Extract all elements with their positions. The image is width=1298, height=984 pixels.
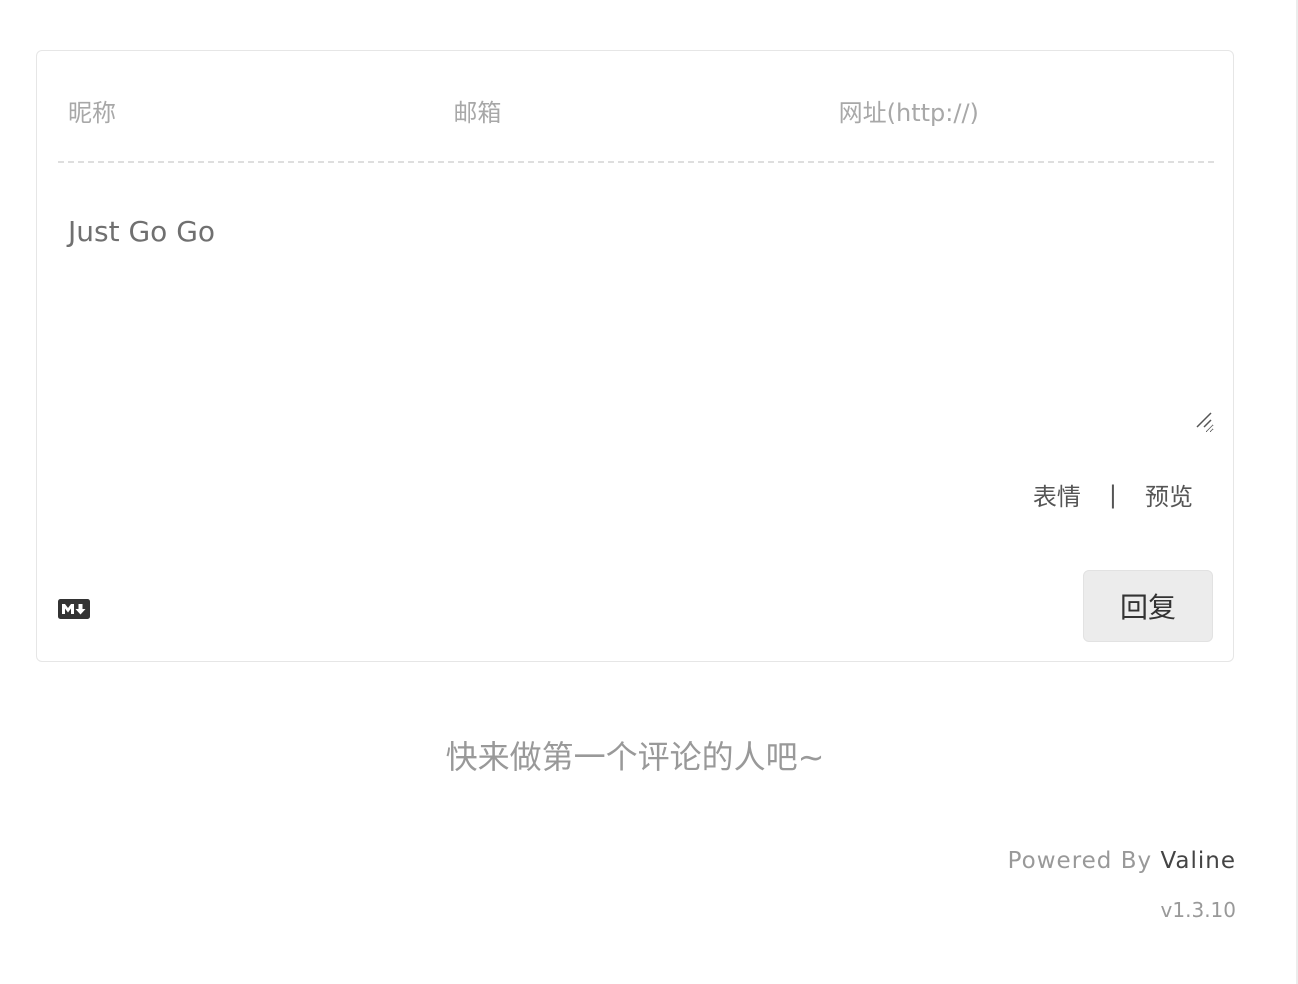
valine-comment-page: 表情 | 预览 回复 快来做第一个评论的人吧~ Powered By Valin… <box>0 0 1298 984</box>
comment-textarea[interactable] <box>58 201 1214 433</box>
link-field-wrapper <box>828 89 1214 161</box>
mail-input[interactable] <box>443 89 829 137</box>
empty-comments-message: 快来做第一个评论的人吧~ <box>445 738 825 776</box>
valine-link[interactable]: Valine <box>1160 848 1236 874</box>
comment-form: 表情 | 预览 回复 <box>36 50 1234 662</box>
resize-handle-icon[interactable] <box>1195 411 1213 429</box>
toolbar-separator: | <box>1108 480 1117 509</box>
nick-input[interactable] <box>58 89 444 137</box>
preview-button[interactable]: 预览 <box>1145 477 1193 512</box>
markdown-icon[interactable] <box>58 599 90 619</box>
mail-field-wrapper <box>443 89 829 161</box>
powered-by-line: Powered By Valine <box>1008 848 1236 874</box>
powered-by-prefix: Powered By <box>1007 848 1153 874</box>
reply-button[interactable]: 回复 <box>1083 570 1213 642</box>
editor-toolbar: 表情 | 预览 <box>1033 477 1193 512</box>
nick-field-wrapper <box>58 89 444 161</box>
comment-header-fields <box>58 89 1214 163</box>
emoji-button[interactable]: 表情 <box>1033 477 1081 512</box>
link-input[interactable] <box>828 89 1214 137</box>
version-label: v1.3.10 <box>1160 898 1236 922</box>
